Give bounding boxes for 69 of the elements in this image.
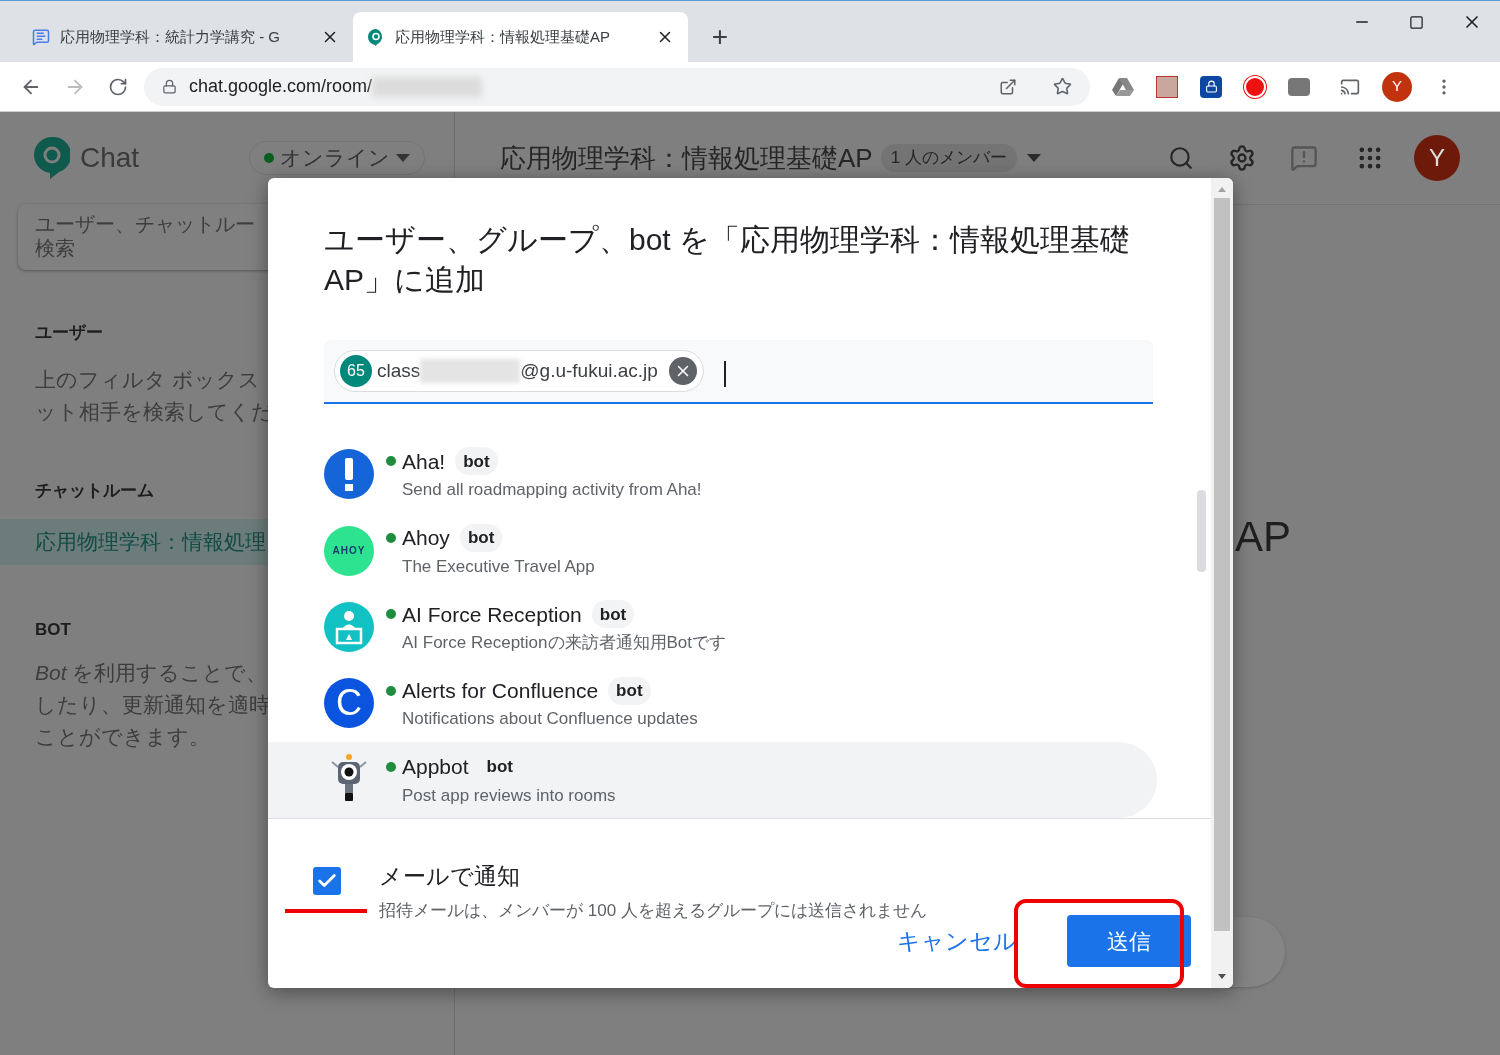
browser-tab[interactable]: 応用物理学科：情報処理基礎AP [353,12,688,62]
profile-avatar[interactable]: Y [1382,71,1412,102]
new-tab-button[interactable]: + [702,19,738,55]
bot-name: AI Force Reception [402,601,582,628]
url-text: chat.google.com/room/ [189,75,373,98]
room-name-large: AP [1235,512,1292,562]
bot-tag: bot [591,600,635,629]
bot-tag: bot [455,447,498,476]
chat-bubble-icon [367,28,385,46]
lock-extension-icon[interactable] [1200,75,1222,98]
star-icon[interactable] [1053,77,1072,96]
text-cursor [723,361,726,387]
bot-description: Send all roadmapping activity from Aha! [402,479,702,502]
maximize-icon[interactable] [1409,15,1424,30]
bot-tag: bot [478,753,521,782]
bot-description: Post app reviews into rooms [402,784,616,807]
bot-result-item[interactable]: AI Force Reception bot AI Force Receptionの来訪者通知用Botです [268,588,1157,666]
caret-icon[interactable] [1026,154,1041,162]
bot-name: Ahoy [402,525,450,552]
chat-logo-icon [34,137,70,179]
recipient-field[interactable]: 65 class @g.u-fukui.ac.jp [324,340,1153,404]
scrollbar-thumb[interactable] [1214,198,1230,931]
bot-tag: bot [608,676,651,705]
bot-tag: bot [459,523,503,552]
settings-icon[interactable] [1228,144,1256,172]
exclamation-icon [324,449,374,500]
bot-name: Appbot [402,754,469,781]
flag-extension-icon[interactable] [1288,77,1310,96]
confluence-logo: C [324,678,374,729]
drive-icon[interactable] [1112,76,1134,97]
pdf-extension-icon[interactable] [1156,75,1178,98]
open-in-new-icon[interactable] [999,77,1017,96]
bots-hint: Bot を利用することで、 したり、更新通知を適時 ことができます。 [35,659,270,750]
ahoy-logo: AHOY [324,525,374,576]
remove-chip-icon[interactable] [668,357,697,385]
bot-name: Aha! [402,448,446,475]
search-icon[interactable] [1168,145,1194,171]
list-scrollbar-thumb[interactable] [1197,490,1206,572]
section-heading: チャットルーム [35,479,154,502]
bot-description: AI Force Receptionの来訪者通知用Botです [402,632,727,654]
notify-label: メールで通知 [379,862,521,891]
chat-icon [32,28,50,46]
bot-result-item[interactable]: Aha! bot Send all roadmapping activity from Aha! [268,436,1157,513]
caret-icon [396,154,411,162]
notify-checkbox[interactable] [313,867,341,895]
cancel-button[interactable]: キャンセル [897,923,1017,959]
email-suffix: @g.u-fukui.ac.jp [520,358,658,383]
bot-name: Alerts for Confluence [402,677,599,704]
reception-desk-icon [324,602,374,652]
tab-title: 応用物理学科：情報処理基礎AP [395,26,611,47]
tab-title: 応用物理学科：統計力学講究 - G [60,26,281,47]
bot-description: Notifications about Confluence updates [402,708,698,731]
app-name: Chat [80,141,140,175]
notify-hint: 招待メールは、メンバーが 100 人を超えるグループには送信されません [379,899,927,922]
send-button[interactable]: 送信 [1067,915,1191,967]
browser-tab[interactable]: 応用物理学科：統計力学講究 - G [18,12,353,62]
section-heading: ユーザー [35,322,103,344]
section-heading: BOT [35,619,71,641]
recipient-chip[interactable]: 65 class @g.u-fukui.ac.jp [334,350,704,392]
lock-icon [162,79,177,94]
bot-result-item[interactable]: C Alerts for Confluence bot Notifications about Confluence updates [268,665,1157,742]
address-bar[interactable]: chat.google.com/room/ [144,67,1090,106]
security-extension-icon[interactable] [1244,75,1266,98]
bot-result-item[interactable]: Appbot bot Post app reviews into rooms [268,741,1157,818]
reload-icon[interactable] [108,76,128,97]
member-count-badge: 65 [340,355,372,387]
email-prefix: class [377,358,421,383]
user-avatar[interactable]: Y [1414,135,1460,181]
room-title: 応用物理学科：情報処理基礎AP [500,141,873,175]
